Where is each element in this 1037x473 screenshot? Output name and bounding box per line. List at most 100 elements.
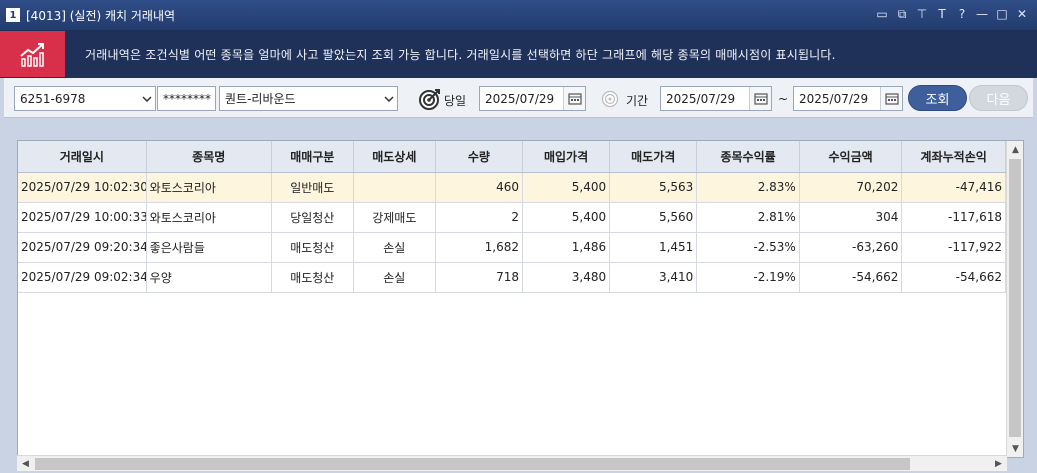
window-controls: ▭ ⧉ ⊤ T ? — □ ✕ — [875, 7, 1029, 21]
profit-amount: 304 — [799, 202, 903, 233]
cumulative-pnl: -117,618 — [901, 202, 1006, 233]
sell-price: 5,560 — [609, 202, 698, 233]
pin-icon[interactable]: ⊤ — [915, 7, 929, 21]
query-button[interactable]: 조회 — [908, 85, 967, 111]
buy-price: 5,400 — [522, 172, 611, 203]
chevron-down-icon — [139, 87, 155, 110]
trade-datetime: 2025/07/29 09:20:34 — [18, 232, 147, 263]
stock-name: 우양 — [146, 262, 272, 293]
stock-name: 와토스코리아 — [146, 202, 272, 233]
stock-name: 좋은사람들 — [146, 232, 272, 263]
today-radio[interactable] — [418, 87, 442, 111]
today-date-value: 2025/07/29 — [485, 91, 555, 106]
account-select[interactable]: 6251-6978 — [14, 86, 156, 111]
window-title: [4013] (실전) 캐치 거래내역 — [26, 8, 176, 23]
calendar-icon[interactable] — [880, 87, 902, 110]
column-header[interactable]: 종목명 — [146, 141, 272, 173]
calendar-icon[interactable] — [563, 87, 585, 110]
scroll-up-icon[interactable]: ▲ — [1007, 141, 1023, 158]
calendar-icon[interactable] — [749, 87, 771, 110]
to-date-value: 2025/07/29 — [799, 91, 869, 106]
profit-amount: -63,260 — [799, 232, 903, 263]
to-date-input[interactable]: 2025/07/29 — [793, 86, 903, 111]
account-value: 6251-6978 — [20, 91, 86, 106]
return-rate: -2.19% — [696, 262, 800, 293]
buy-price: 5,400 — [522, 202, 611, 233]
from-date-value: 2025/07/29 — [666, 91, 736, 106]
trade-datetime: 2025/07/29 10:02:30 — [18, 172, 147, 203]
sell-detail: 손실 — [353, 262, 436, 293]
minimize-button[interactable]: — — [975, 7, 989, 21]
today-date-input[interactable]: 2025/07/29 — [479, 86, 586, 111]
column-header[interactable]: 매도가격 — [609, 141, 698, 173]
column-header[interactable]: 계좌누적손익 — [901, 141, 1006, 173]
sell-price: 3,410 — [609, 262, 698, 293]
password-value: ******** — [163, 91, 211, 106]
horizontal-scroll-thumb[interactable] — [35, 458, 910, 470]
column-header[interactable]: 매도상세 — [353, 141, 436, 173]
font-size-icon[interactable]: T — [935, 7, 949, 21]
table-header-row: 거래일시 종목명 매매구분 매도상세 수량 매입가격 매도가격 종목수익률 수익… — [18, 141, 1006, 173]
column-header[interactable]: 거래일시 — [18, 141, 147, 173]
next-button[interactable]: 다음 — [969, 85, 1028, 111]
toolbar: 6251-6978 ******** 퀀트-리바운드 당일 2025/07/29 — [4, 78, 1033, 118]
column-header[interactable]: 종목수익률 — [696, 141, 800, 173]
horizontal-scrollbar[interactable]: ◀ ▶ — [17, 455, 1007, 471]
table-row[interactable]: 2025/07/29 09:20:34 좋은사람들 매도청산 손실 1,682 … — [18, 232, 1006, 263]
vertical-scroll-thumb[interactable] — [1009, 159, 1021, 437]
column-header[interactable]: 수익금액 — [799, 141, 903, 173]
cumulative-pnl: -117,922 — [901, 232, 1006, 263]
period-radio[interactable] — [601, 90, 619, 108]
table-row[interactable]: 2025/07/29 09:02:34 우양 매도청산 손실 718 3,480… — [18, 262, 1006, 293]
copy-window-icon[interactable]: ⧉ — [895, 7, 909, 21]
scroll-right-icon[interactable]: ▶ — [990, 455, 1007, 472]
profit-amount: -54,662 — [799, 262, 903, 293]
quantity: 460 — [435, 172, 523, 203]
cumulative-pnl: -47,416 — [901, 172, 1006, 203]
trade-history-table: 거래일시 종목명 매매구분 매도상세 수량 매입가격 매도가격 종목수익률 수익… — [17, 140, 1024, 458]
screen-link-icon[interactable]: ▭ — [875, 7, 889, 21]
column-header[interactable]: 매입가격 — [522, 141, 611, 173]
trade-type: 매도청산 — [271, 262, 354, 293]
today-label: 당일 — [444, 94, 467, 108]
table-row[interactable]: 2025/07/29 10:00:33 와토스코리아 당일청산 강제매도 2 5… — [18, 202, 1006, 233]
buy-price: 1,486 — [522, 232, 611, 263]
return-rate: -2.53% — [696, 232, 800, 263]
quantity: 718 — [435, 262, 523, 293]
maximize-button[interactable]: □ — [995, 7, 1009, 21]
column-header[interactable]: 매매구분 — [271, 141, 354, 173]
stock-name: 와토스코리아 — [146, 172, 272, 203]
trade-datetime: 2025/07/29 10:00:33 — [18, 202, 147, 233]
sell-detail: 강제매도 — [353, 202, 436, 233]
chevron-down-icon — [381, 87, 397, 110]
return-rate: 2.83% — [696, 172, 800, 203]
password-input[interactable]: ******** — [157, 86, 216, 111]
scroll-down-icon[interactable]: ▼ — [1007, 440, 1023, 457]
close-button[interactable]: ✕ — [1015, 7, 1029, 21]
return-rate: 2.81% — [696, 202, 800, 233]
window-number: 1 — [6, 8, 20, 22]
range-tilde: ~ — [778, 92, 789, 106]
buy-price: 3,480 — [522, 262, 611, 293]
cumulative-pnl: -54,662 — [901, 262, 1006, 293]
trade-type: 일반매도 — [271, 172, 354, 203]
sell-detail: 손실 — [353, 232, 436, 263]
sell-detail — [353, 172, 436, 203]
quantity: 2 — [435, 202, 523, 233]
trade-type: 당일청산 — [271, 202, 354, 233]
from-date-input[interactable]: 2025/07/29 — [660, 86, 772, 111]
trade-type: 매도청산 — [271, 232, 354, 263]
quantity: 1,682 — [435, 232, 523, 263]
strategy-select[interactable]: 퀀트-리바운드 — [219, 86, 398, 111]
info-banner: 거래내역은 조건식별 어떤 종목을 얼마에 사고 팔았는지 조회 가능 합니다.… — [0, 30, 1037, 78]
radio-target-icon — [601, 90, 619, 108]
chart-growth-icon — [0, 31, 65, 77]
vertical-scrollbar[interactable]: ▲ ▼ — [1006, 141, 1023, 457]
column-header[interactable]: 수량 — [435, 141, 523, 173]
scroll-left-icon[interactable]: ◀ — [17, 455, 34, 472]
strategy-value: 퀀트-리바운드 — [225, 92, 296, 106]
help-icon[interactable]: ? — [955, 7, 969, 21]
sell-price: 5,563 — [609, 172, 698, 203]
trade-datetime: 2025/07/29 09:02:34 — [18, 262, 147, 293]
table-row[interactable]: 2025/07/29 10:02:30 와토스코리아 일반매도 460 5,40… — [18, 172, 1006, 203]
